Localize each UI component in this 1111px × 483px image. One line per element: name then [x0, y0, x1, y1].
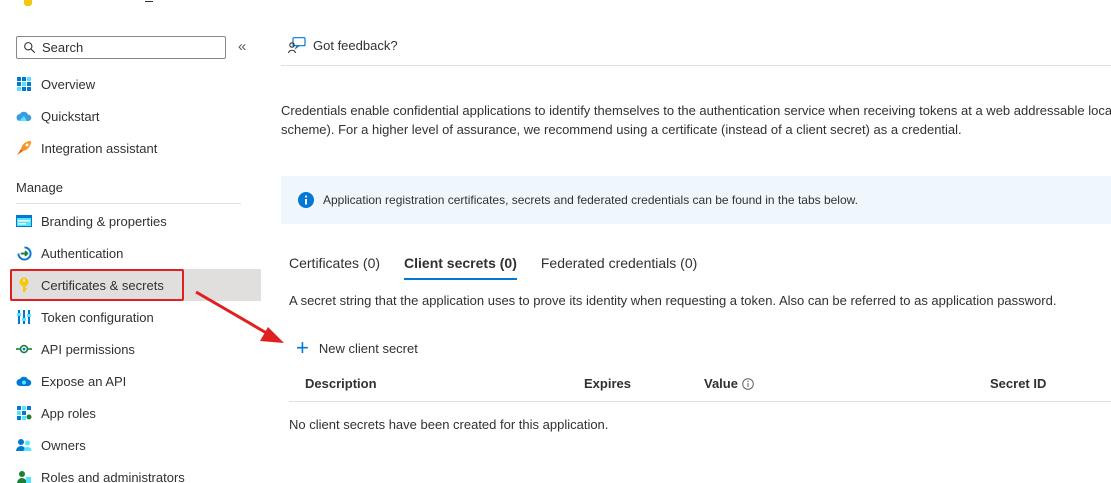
- sidebar-item-label: Branding & properties: [41, 213, 167, 229]
- app-key-icon: [24, 0, 32, 6]
- title-fragment: [145, 0, 153, 2]
- column-header-secret-id[interactable]: Secret ID: [990, 376, 1046, 391]
- api-permissions-icon: [16, 341, 32, 357]
- new-client-secret-label: New client secret: [318, 340, 418, 356]
- sidebar-item-expose-an-api[interactable]: Expose an API: [10, 365, 261, 397]
- feedback-icon: [288, 37, 306, 54]
- sidebar-item-token-configuration[interactable]: Token configuration: [10, 301, 261, 333]
- column-header-description[interactable]: Description: [305, 376, 377, 391]
- cloud-icon: [16, 108, 32, 124]
- plus-icon: +: [296, 335, 309, 360]
- tab-federated-credentials[interactable]: Federated credentials (0): [541, 252, 697, 280]
- new-client-secret-button[interactable]: + New client secret: [296, 335, 418, 360]
- feedback-button[interactable]: Got feedback?: [288, 37, 398, 54]
- sidebar-item-owners[interactable]: Owners: [10, 429, 261, 461]
- column-header-value[interactable]: Value: [704, 376, 754, 391]
- description-line: scheme). For a higher level of assurance…: [281, 122, 962, 137]
- empty-state-message: No client secrets have been created for …: [289, 417, 609, 432]
- sidebar-item-app-roles[interactable]: App roles: [10, 397, 261, 429]
- client-secret-description: A secret string that the application use…: [289, 293, 1057, 308]
- section-divider: [16, 203, 241, 204]
- main-content: Got feedback? Credentials enable confide…: [281, 0, 1111, 483]
- owners-icon: [16, 437, 32, 453]
- tab-certificates[interactable]: Certificates (0): [289, 252, 380, 280]
- app-roles-grid-icon: [16, 405, 32, 421]
- sidebar-item-label: Owners: [41, 437, 86, 453]
- sidebar-item-label: Roles and administrators: [41, 469, 185, 483]
- tab-bar: Certificates (0) Client secrets (0) Fede…: [289, 252, 721, 280]
- info-text: Application registration certificates, s…: [323, 193, 858, 207]
- sidebar-item-roles-administrators[interactable]: Roles and administrators: [10, 461, 261, 483]
- sidebar-item-label: Overview: [41, 76, 96, 92]
- sidebar-item-integration-assistant[interactable]: Integration assistant: [10, 132, 261, 164]
- search-input[interactable]: Search: [16, 36, 226, 59]
- authentication-icon: [16, 245, 32, 261]
- search-placeholder: Search: [42, 40, 84, 55]
- header-divider: [281, 65, 1111, 66]
- sidebar-item-certificates-secrets[interactable]: Certificates & secrets: [10, 269, 261, 301]
- roles-admin-icon: [16, 469, 32, 483]
- grid-icon: [16, 76, 32, 92]
- info-banner: Application registration certificates, s…: [281, 176, 1111, 224]
- sidebar-item-label: App roles: [41, 405, 96, 421]
- feedback-label: Got feedback?: [313, 38, 398, 53]
- info-icon: [298, 192, 314, 208]
- sidebar-item-label: Quickstart: [41, 108, 100, 124]
- rocket-icon: [16, 140, 32, 156]
- collapse-sidebar-icon[interactable]: «: [238, 38, 246, 55]
- description-line: Credentials enable confidential applicat…: [281, 103, 1111, 118]
- sidebar-item-label: Expose an API: [41, 373, 127, 389]
- sidebar: Search « Overview Quickstart Integration…: [0, 0, 262, 483]
- column-header-expires[interactable]: Expires: [584, 376, 631, 391]
- credentials-description: Credentials enable confidential applicat…: [281, 101, 1111, 139]
- search-icon: [24, 42, 36, 54]
- token-bars-icon: [16, 309, 32, 325]
- sidebar-item-label: Integration assistant: [41, 140, 158, 156]
- key-icon: [16, 277, 32, 293]
- branding-icon: [16, 213, 32, 229]
- column-header-value-label: Value: [704, 376, 738, 391]
- tab-client-secrets[interactable]: Client secrets (0): [404, 252, 517, 280]
- sidebar-item-label: Certificates & secrets: [41, 277, 164, 293]
- section-header-manage: Manage: [16, 180, 63, 195]
- sidebar-item-label: API permissions: [41, 341, 135, 357]
- cloud-api-icon: [16, 373, 32, 389]
- sidebar-item-quickstart[interactable]: Quickstart: [10, 100, 261, 132]
- sidebar-item-label: Token configuration: [41, 309, 154, 325]
- sidebar-item-api-permissions[interactable]: API permissions: [10, 333, 261, 365]
- sidebar-item-branding-properties[interactable]: Branding & properties: [10, 205, 261, 237]
- info-circle-icon[interactable]: [742, 377, 754, 390]
- sidebar-item-overview[interactable]: Overview: [10, 68, 261, 100]
- sidebar-item-authentication[interactable]: Authentication: [10, 237, 261, 269]
- sidebar-item-label: Authentication: [41, 245, 124, 261]
- table-header-divider: [289, 401, 1111, 402]
